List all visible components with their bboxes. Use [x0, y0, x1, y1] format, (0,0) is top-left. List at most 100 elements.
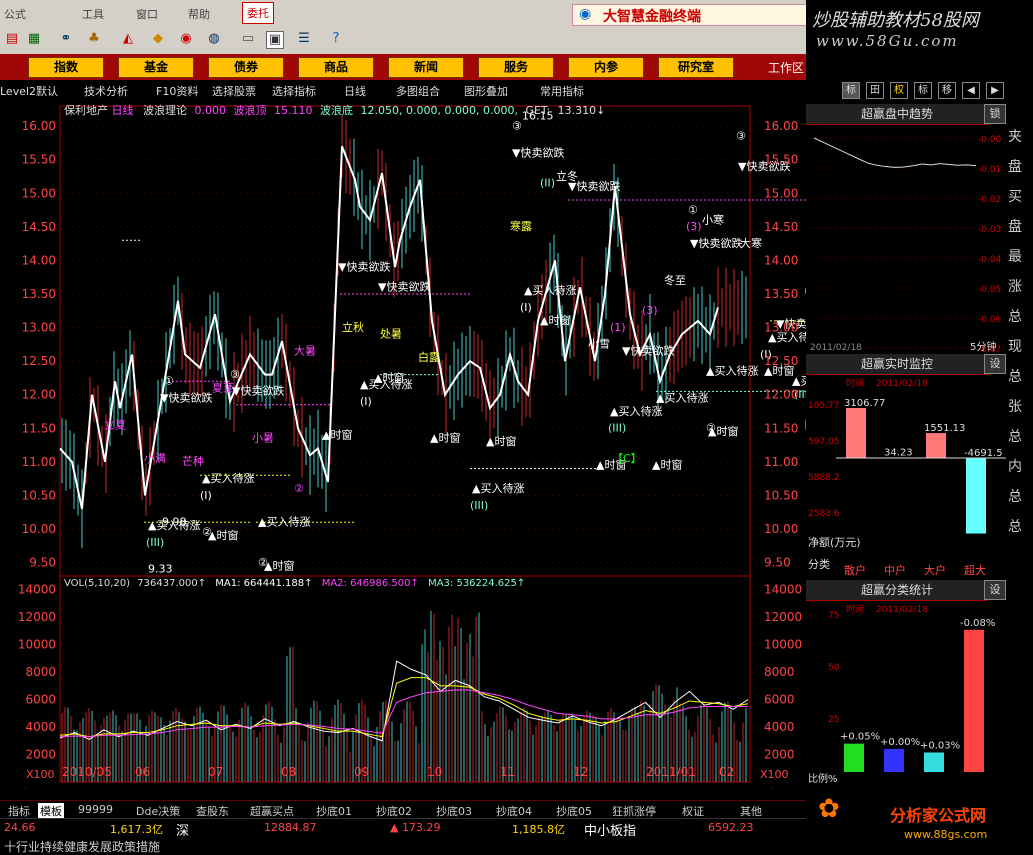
- menu-tools[interactable]: 工具: [82, 6, 104, 22]
- binocular-icon[interactable]: ⚭: [58, 31, 74, 47]
- chart-icon[interactable]: ◭: [120, 31, 136, 47]
- day-label-left: 日线: [6, 787, 30, 788]
- help-icon[interactable]: ?: [328, 31, 344, 47]
- nav-insider-button[interactable]: 内参: [568, 57, 644, 78]
- menu-window[interactable]: 窗口: [136, 6, 158, 22]
- trend-y-tick: -0.04: [978, 255, 1002, 265]
- mark-button[interactable]: 标: [842, 82, 860, 99]
- chart-annotation: ▼快卖欲跌: [338, 260, 390, 274]
- zoom-out-icon[interactable]: ▶: [986, 82, 1004, 99]
- nav-fund-button[interactable]: 基金: [118, 57, 194, 78]
- stats-y-tick: 25: [828, 715, 839, 725]
- bottom-tab[interactable]: 抄底01: [316, 803, 352, 819]
- kline-chart[interactable]: ▼快卖欲跌▼快卖欲跌▼快卖欲跌▼快卖欲跌▼快卖欲跌▼快卖欲跌▼快卖欲跌▼快卖欲跌…: [0, 100, 806, 788]
- time-tick: 02: [719, 765, 734, 779]
- nav-service-button[interactable]: 服务: [478, 57, 554, 78]
- select-indicator[interactable]: 选择指标: [272, 83, 316, 99]
- bottom-tab[interactable]: 99999: [78, 803, 113, 816]
- list-icon[interactable]: ☰: [296, 31, 312, 47]
- side-char: 买: [1008, 189, 1022, 205]
- stats-pct: +0.00%: [880, 737, 920, 748]
- chart-annotation: ①: [164, 375, 174, 388]
- menu-help[interactable]: 帮助: [188, 6, 210, 22]
- zoom-in-icon[interactable]: ◀: [962, 82, 980, 99]
- time-tick: 09: [354, 765, 369, 779]
- chart-annotation: ▲买入待涨: [706, 364, 758, 378]
- volume-tick-right: 12000: [764, 610, 802, 624]
- bottom-tab[interactable]: 抄底05: [556, 803, 592, 819]
- nav-bond-button[interactable]: 债券: [208, 57, 284, 78]
- bottom-label: 波浪底: [320, 103, 353, 117]
- chart-annotation: ▲买入待涨: [656, 390, 708, 404]
- monitor-settings-button[interactable]: 设: [984, 354, 1006, 374]
- bottom-tab[interactable]: 狂抓涨停: [612, 803, 656, 819]
- brand-title: 大智慧金融终端: [603, 9, 701, 25]
- chart-annotation: ▲时窗: [322, 427, 352, 441]
- bottom-tab[interactable]: 查股东: [196, 803, 229, 819]
- bottom-tab[interactable]: 其他: [740, 803, 762, 819]
- menu-trade[interactable]: 委托: [242, 2, 274, 24]
- trend-lock-button[interactable]: 锁: [984, 104, 1006, 124]
- print-icon[interactable]: ▭: [240, 31, 256, 47]
- chart-annotation: (III): [608, 422, 626, 435]
- monitor-panel-title: 超赢实时监控: [806, 354, 988, 375]
- common-indicator[interactable]: 常用指标: [540, 83, 584, 99]
- stats-y-tick: 75: [828, 611, 839, 621]
- globe-icon[interactable]: ◍: [206, 31, 222, 47]
- side-char: 总: [1008, 429, 1022, 445]
- chart-annotation: ▲买入待涨: [258, 515, 310, 529]
- stats-y-axis: 75 50 25: [828, 611, 840, 725]
- watermark-58gu: 炒股辅助教材58股网 www.58Gu.com: [806, 0, 1033, 56]
- candles-layer: [61, 114, 747, 549]
- flag-icon[interactable]: ▤: [4, 31, 20, 47]
- stats-settings-button[interactable]: 设: [984, 580, 1006, 600]
- volume-tick-right: 4000: [764, 720, 795, 734]
- nav-index-button[interactable]: 指数: [28, 57, 104, 78]
- menu-formula[interactable]: 公式: [4, 6, 26, 22]
- bottom-tab[interactable]: 权证: [682, 803, 704, 819]
- multi-chart[interactable]: 多图组合: [396, 83, 440, 99]
- price-tick-right: 15.00: [764, 186, 798, 200]
- chart-overlay[interactable]: 图形叠加: [464, 83, 508, 99]
- nav-research-button[interactable]: 研究室: [658, 57, 734, 78]
- grid-button[interactable]: 田: [866, 82, 884, 99]
- price-tick-right: 12.00: [764, 388, 798, 402]
- workarea-label[interactable]: 工作区: [768, 59, 804, 76]
- bottom-tab[interactable]: 抄底02: [376, 803, 412, 819]
- daily-line[interactable]: 日线: [344, 83, 366, 99]
- nav-news-button[interactable]: 新闻: [388, 57, 464, 78]
- level2-default[interactable]: Level2默认: [0, 83, 58, 99]
- select-stock[interactable]: 选择股票: [212, 83, 256, 99]
- window-icon[interactable]: ▣: [266, 31, 284, 49]
- stats-pct: +0.05%: [840, 732, 880, 743]
- bell-icon[interactable]: ♣: [86, 31, 102, 47]
- bottom-tab[interactable]: Dde决策: [136, 803, 180, 819]
- price-tick-right: 13.50: [764, 287, 798, 301]
- bottom-tab[interactable]: 抄底04: [496, 803, 532, 819]
- vol-label: VOL(5,10,20): [64, 578, 130, 589]
- bottom-tab[interactable]: 抄底03: [436, 803, 472, 819]
- price-tick-right: 14.50: [764, 220, 798, 234]
- chart-annotation: ▲时窗: [652, 458, 682, 472]
- bottom-tab[interactable]: 超赢买点: [250, 803, 294, 819]
- monitor-bar-value: -4691.5: [964, 448, 1003, 459]
- trend-y-tick: -0.02: [978, 195, 1001, 205]
- move-button[interactable]: 移: [938, 82, 956, 99]
- nav-commodity-button[interactable]: 商品: [298, 57, 374, 78]
- stats-bar: [924, 752, 944, 772]
- monitor-net-label: 净额(万元): [808, 535, 861, 549]
- bottom-tab[interactable]: 模板: [38, 803, 64, 819]
- bottom-tab[interactable]: 指标: [8, 803, 30, 819]
- rights-button[interactable]: 权: [890, 82, 908, 99]
- news-text[interactable]: 十行业持续健康发展政策措施: [4, 838, 160, 855]
- price-tick-right: 11.50: [764, 421, 798, 435]
- monitor-categories: 散户 中户 大户 超大: [844, 563, 986, 577]
- mark2-button[interactable]: 标: [914, 82, 932, 99]
- grid-icon[interactable]: ▦: [26, 31, 42, 47]
- diamond-icon[interactable]: ◆: [150, 31, 166, 47]
- tech-analysis[interactable]: 技术分析: [84, 83, 128, 99]
- f10-info[interactable]: F10资料: [156, 83, 198, 99]
- chart-annotation: 冬至: [664, 273, 686, 287]
- tag-icon[interactable]: ◉: [178, 31, 194, 47]
- chart-annotation: ▼快卖欲跌: [512, 145, 564, 159]
